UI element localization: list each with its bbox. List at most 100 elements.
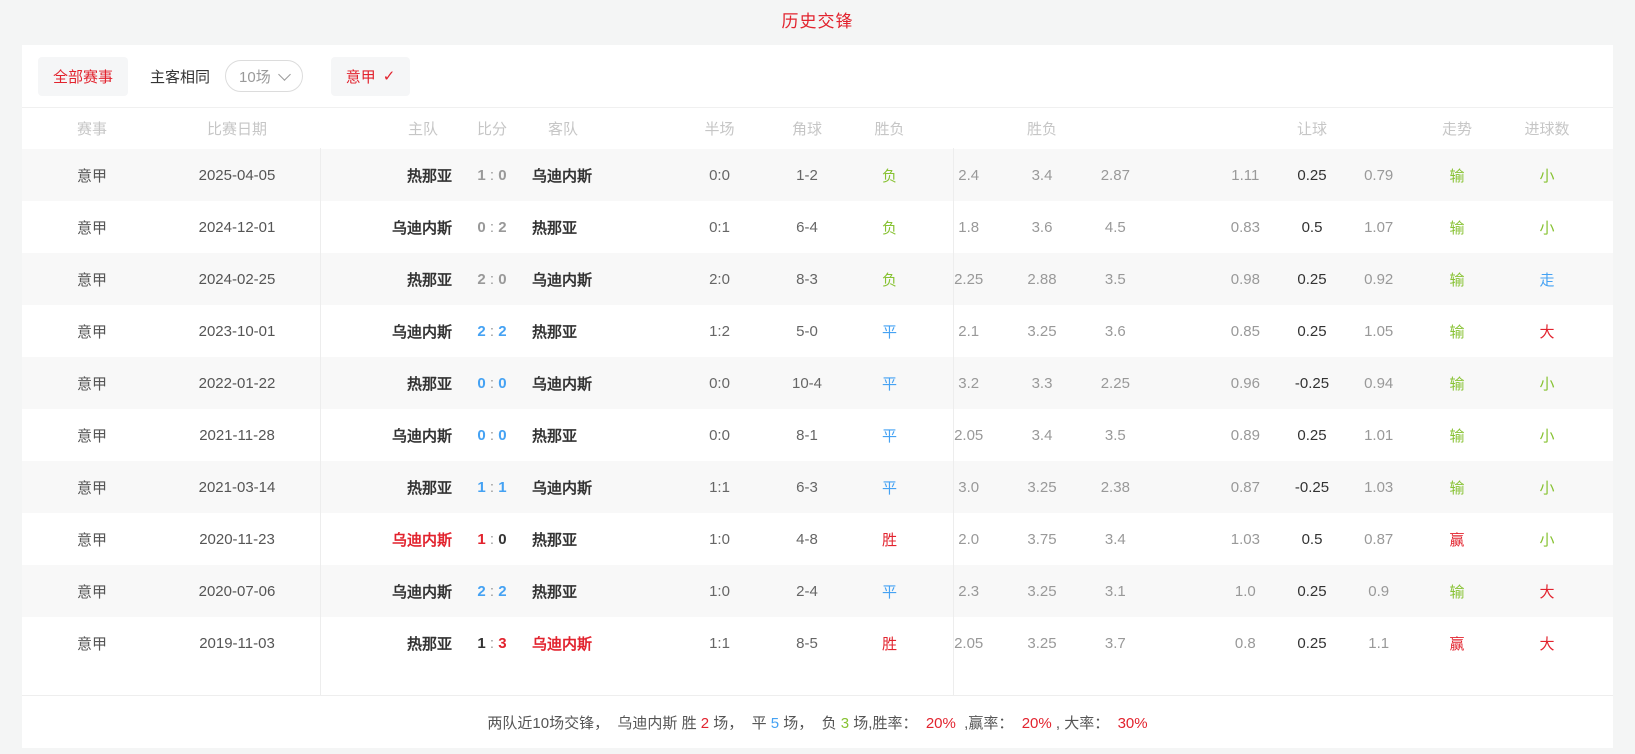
away-team-name: 乌迪内斯 <box>532 375 593 393</box>
goals-cell: 小 <box>1539 167 1555 185</box>
odds-value: 2.38 <box>1100 478 1130 496</box>
score-cell: 2 : 0 <box>452 271 532 288</box>
league-cell: 意甲 <box>76 479 107 497</box>
home-team-cell: 乌迪内斯 <box>312 217 452 238</box>
table-row[interactable]: 意甲 2021-11-28 乌迪内斯 0 : 0 热那亚 0:0 8-1 平 2.05 3.4 3.… <box>22 409 1613 461</box>
filter-bar: 全部赛事 主客相同 10场 意甲 ✓ <box>22 45 1613 107</box>
odds-value: 3.25 <box>1027 582 1057 600</box>
half-time-cell: 0:0 <box>709 426 730 444</box>
half-time-cell: 2:0 <box>709 270 730 288</box>
handicap-line: -0.25 <box>1294 374 1330 392</box>
summary-footer: 两队近10场交锋， 乌迪内斯 胜 2 场， 平 5 场， 负 3 场,胜率： 2… <box>22 695 1613 748</box>
match-count-select[interactable]: 10场 <box>225 60 303 92</box>
odds-value: 3.4 <box>1031 426 1053 444</box>
euro-odds-cell: 2.4 3.4 2.87 <box>932 167 1152 184</box>
odds-value: 3.1 <box>1104 582 1126 600</box>
filter-same-home-away[interactable]: 主客相同 <box>150 66 210 87</box>
table-row[interactable]: 意甲 2020-11-23 乌迪内斯 1 : 0 热那亚 1:0 4-8 胜 2.0 3.75 3.… <box>22 513 1613 565</box>
goals-cell: 小 <box>1539 479 1555 497</box>
score-separator: : <box>485 478 499 496</box>
date-cell: 2024-12-01 <box>198 218 276 236</box>
table-row[interactable]: 意甲 2019-11-03 热那亚 1 : 3 乌迪内斯 1:1 8-5 胜 2.05 3.25 3… <box>22 617 1613 669</box>
result-cell: 胜 <box>881 531 897 549</box>
corners-cell: 10-4 <box>791 374 823 392</box>
handicap-odds-value: 0.83 <box>1230 218 1260 236</box>
handicap-line: 0.25 <box>1297 270 1327 288</box>
home-team-cell: 乌迪内斯 <box>312 529 452 550</box>
table-row[interactable]: 意甲 2025-04-05 热那亚 1 : 0 乌迪内斯 0:0 1-2 负 2.4 3.4 2.8… <box>22 149 1613 201</box>
summary-segment: 30% <box>1117 714 1148 732</box>
score-separator: : <box>485 322 499 340</box>
table-header: 赛事 比赛日期 主队 比分 客队 半场 角球 胜负 胜负 让球 走势 进球数 <box>22 107 1613 149</box>
filter-all-competitions-button[interactable]: 全部赛事 <box>38 56 129 96</box>
date-cell: 2024-02-25 <box>198 270 276 288</box>
league-cell: 意甲 <box>76 167 107 185</box>
header-goals: 进球数 <box>1524 121 1570 138</box>
odds-value: 3.5 <box>1104 426 1126 444</box>
goals-cell: 大 <box>1539 583 1555 601</box>
odds-value: 2.1 <box>958 322 980 340</box>
score-cell: 0 : 2 <box>452 219 532 236</box>
corners-cell: 4-8 <box>796 530 818 548</box>
league-cell: 意甲 <box>76 375 107 393</box>
result-cell: 胜 <box>881 635 897 653</box>
home-score: 1 <box>477 634 486 652</box>
handicap-odds-value: 1.1 <box>1368 634 1390 652</box>
home-team-name: 乌迪内斯 <box>391 583 452 601</box>
handicap-odds-value: 0.92 <box>1364 270 1394 288</box>
goals-cell: 大 <box>1539 635 1555 653</box>
score-cell: 0 : 0 <box>452 427 532 444</box>
summary-segment: 场,胜率： <box>849 714 926 732</box>
home-team-cell: 乌迪内斯 <box>312 321 452 342</box>
away-team-cell: 乌迪内斯 <box>532 477 672 498</box>
table-row[interactable]: 意甲 2023-10-01 乌迪内斯 2 : 2 热那亚 1:2 5-0 平 2.1 3.25 3.… <box>22 305 1613 357</box>
header-half-time: 半场 <box>704 121 735 138</box>
handicap-odds-cell: 0.89 0.25 1.01 <box>1212 427 1412 444</box>
summary-segment: , 大率： <box>1051 714 1118 732</box>
page-title: 历史交锋 <box>781 12 854 31</box>
table-row[interactable]: 意甲 2022-01-22 热那亚 0 : 0 乌迪内斯 0:0 10-4 平 3.2 3.3 2.… <box>22 357 1613 409</box>
chevron-down-icon <box>277 67 291 81</box>
result-cell: 平 <box>881 583 897 601</box>
euro-odds-cell: 2.25 2.88 3.5 <box>932 271 1152 288</box>
table-row[interactable]: 意甲 2021-03-14 热那亚 1 : 1 乌迪内斯 1:1 6-3 平 3.0 3.25 2.… <box>22 461 1613 513</box>
trend-cell: 输 <box>1449 427 1465 445</box>
table-row[interactable]: 意甲 2024-02-25 热那亚 2 : 0 乌迪内斯 2:0 8-3 负 2.25 2.88 3… <box>22 253 1613 305</box>
header-league: 赛事 <box>76 121 107 138</box>
summary-segment: 2 <box>700 714 710 732</box>
summary-segment: 场， 平 <box>709 714 771 732</box>
result-cell: 平 <box>881 427 897 445</box>
handicap-odds-value: 0.96 <box>1230 374 1260 392</box>
result-cell: 负 <box>881 271 897 289</box>
score-separator: : <box>485 166 499 184</box>
half-time-cell: 1:1 <box>709 478 730 496</box>
half-time-cell: 1:2 <box>709 322 730 340</box>
handicap-odds-value: 0.9 <box>1368 582 1390 600</box>
home-team-cell: 热那亚 <box>312 373 452 394</box>
handicap-odds-value: 0.87 <box>1364 530 1394 548</box>
away-team-cell: 乌迪内斯 <box>532 165 672 186</box>
odds-value: 2.87 <box>1100 166 1130 184</box>
handicap-odds-value: 0.8 <box>1234 634 1256 652</box>
handicap-odds-value: 0.79 <box>1364 166 1394 184</box>
odds-value: 3.25 <box>1027 322 1057 340</box>
odds-value: 2.25 <box>1100 374 1130 392</box>
table-row[interactable]: 意甲 2024-12-01 乌迪内斯 0 : 2 热那亚 0:1 6-4 负 1.8 3.6 4.5… <box>22 201 1613 253</box>
away-score: 2 <box>498 218 507 236</box>
corners-cell: 8-1 <box>796 426 818 444</box>
table-row[interactable]: 意甲 2020-07-06 乌迪内斯 2 : 2 热那亚 1:0 2-4 平 2.3 3.25 3.… <box>22 565 1613 617</box>
league-cell: 意甲 <box>76 427 107 445</box>
league-cell: 意甲 <box>76 583 107 601</box>
date-cell: 2021-11-28 <box>199 426 275 444</box>
away-team-name: 热那亚 <box>532 427 578 445</box>
corners-cell: 5-0 <box>796 322 818 340</box>
filter-league-button[interactable]: 意甲 ✓ <box>330 56 411 96</box>
goals-cell: 小 <box>1539 375 1555 393</box>
summary-segment: 两队近10场交锋， 乌迪内斯 胜 <box>487 714 701 732</box>
trend-cell: 输 <box>1449 271 1465 289</box>
odds-value: 3.4 <box>1031 166 1053 184</box>
summary-segment: 20% <box>1021 714 1052 732</box>
odds-value: 3.25 <box>1027 634 1057 652</box>
handicap-odds-cell: 0.8 0.25 1.1 <box>1212 635 1412 652</box>
away-team-name: 乌迪内斯 <box>532 271 593 289</box>
